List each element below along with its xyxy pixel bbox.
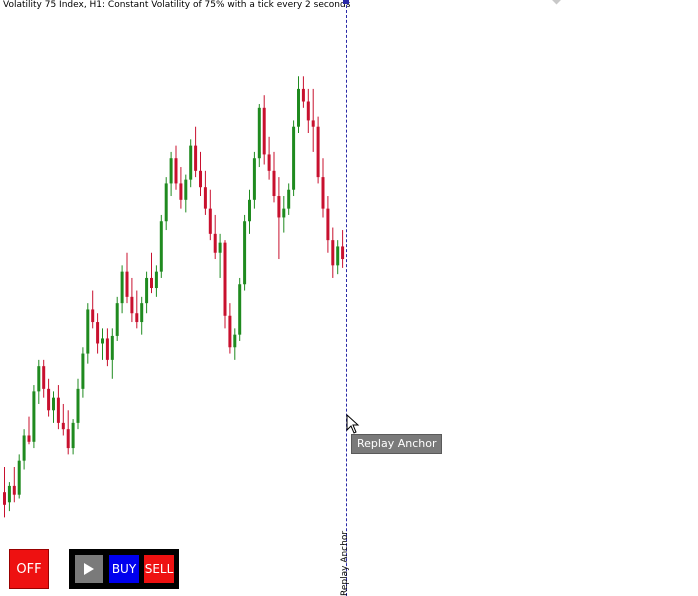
candle-body [105, 338, 109, 360]
candle-body [223, 242, 227, 316]
candle-body [140, 303, 144, 323]
candle-body [159, 221, 163, 272]
candle-body [154, 271, 158, 289]
replay-anchor-tooltip: Replay Anchor [351, 434, 443, 454]
candle-body [37, 366, 41, 392]
play-icon [84, 563, 94, 575]
buy-button[interactable]: BUY [109, 555, 139, 583]
candle-body [184, 179, 188, 200]
candle-body [56, 397, 60, 423]
candle-body [22, 435, 26, 461]
candle-body [331, 240, 335, 266]
candle-body [194, 145, 198, 171]
candle-body [248, 199, 251, 222]
candle-body [3, 492, 6, 505]
candle-body [61, 422, 65, 430]
candle-body [76, 388, 80, 423]
candle-body [71, 422, 75, 449]
candle-body [189, 145, 193, 180]
candle-body [233, 334, 237, 348]
candle-body [336, 246, 340, 266]
candle-body [272, 170, 276, 197]
candle-body [252, 158, 256, 200]
candle-body [213, 233, 217, 253]
candle-body [12, 485, 16, 495]
candle-body [282, 208, 286, 218]
candle-body [257, 107, 261, 159]
candle-body [292, 126, 296, 190]
replay-anchor-line[interactable] [346, 0, 347, 596]
candle-body [135, 313, 139, 323]
candle-body [120, 271, 124, 304]
sell-button[interactable]: SELL [144, 555, 174, 583]
replay-anchor-label: Replay Anchor [340, 530, 350, 596]
candle-body [150, 277, 153, 289]
candle-body [81, 353, 85, 389]
candle-body [32, 391, 36, 442]
off-button[interactable]: OFF [9, 549, 49, 589]
candle-body [42, 366, 46, 389]
candle-body [203, 187, 207, 209]
candle-body [199, 170, 202, 188]
candle-body [179, 183, 183, 200]
mouse-cursor-icon [346, 414, 360, 434]
candle-body [17, 460, 21, 495]
candle-body [86, 309, 90, 354]
candle-body [297, 88, 300, 127]
candle-body [341, 246, 345, 260]
candle-body [96, 322, 100, 344]
candle-body [164, 183, 168, 222]
candle-body [130, 296, 134, 314]
candle-body [208, 208, 212, 234]
candle-body [52, 397, 55, 411]
candle-body [326, 208, 330, 241]
candle-body [238, 284, 242, 335]
candle-body [262, 107, 266, 155]
replay-anchor-handle[interactable] [343, 0, 349, 4]
candle-body [169, 158, 173, 184]
candle-body [243, 221, 247, 285]
candle-body [91, 309, 95, 323]
candle-body [174, 158, 178, 184]
candle-body [218, 242, 222, 253]
candle-body [7, 485, 11, 503]
candle-body [145, 277, 149, 304]
candle-body [287, 189, 291, 209]
candlestick-chart[interactable] [0, 0, 698, 596]
trade-toolbar: BUY SELL [69, 549, 179, 589]
candle-body [321, 177, 325, 209]
candle-body [267, 154, 271, 171]
candle-body [301, 88, 305, 102]
candle-body [27, 435, 31, 442]
candle-body [115, 303, 119, 336]
candle-body [311, 120, 315, 127]
candle-body [66, 429, 70, 449]
candle-body [110, 335, 114, 360]
candle-body [101, 338, 104, 344]
candle-body [228, 315, 232, 348]
candle-body [306, 101, 310, 121]
candle-body [125, 271, 129, 297]
play-button[interactable] [75, 555, 103, 583]
candle-body [47, 388, 51, 411]
candle-body [316, 126, 320, 178]
candle-body [277, 196, 281, 218]
